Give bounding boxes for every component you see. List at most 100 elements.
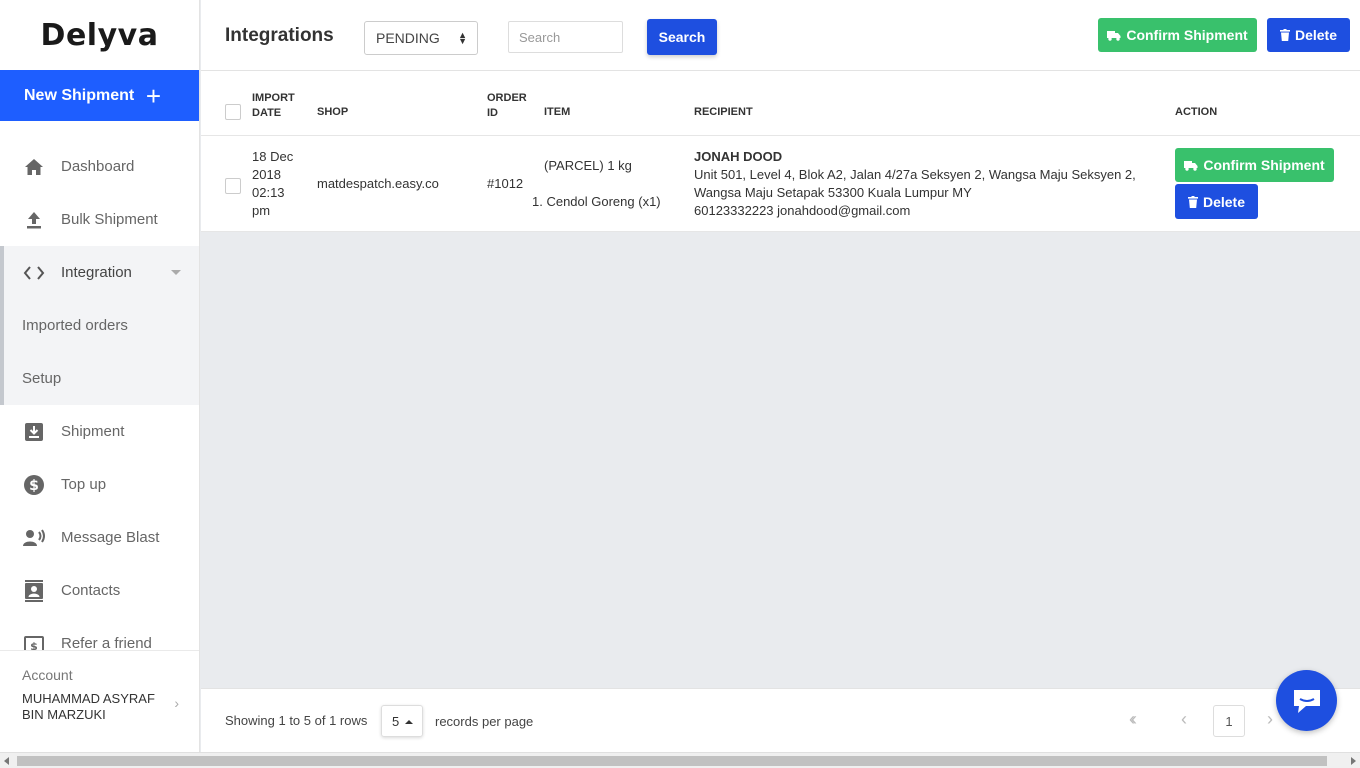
delyva-logo[interactable]: Delyva bbox=[0, 0, 199, 70]
scroll-right-arrow-icon[interactable] bbox=[1351, 757, 1356, 765]
truck-icon bbox=[1107, 30, 1121, 41]
recipient-cell: JONAH DOOD Unit 501, Level 4, Blok A2, J… bbox=[694, 148, 1136, 220]
sort-arrows-icon: ▲ ▼ bbox=[458, 30, 467, 46]
import-date-cell: 18 Dec 2018 02:13 pm bbox=[252, 148, 293, 220]
page-size-value: 5 bbox=[392, 714, 400, 729]
sidebar-item-label: Integration bbox=[61, 264, 132, 281]
table-footer: Showing 1 to 5 of 1 rows 5 records per p… bbox=[201, 688, 1360, 752]
sidebar-item-label: Shipment bbox=[61, 423, 125, 440]
account-panel[interactable]: Account MUHAMMAD ASYRAF BIN MARZUKI › bbox=[0, 650, 199, 752]
home-icon bbox=[22, 155, 46, 179]
column-import-date[interactable]: IMPORT DATE bbox=[252, 91, 295, 121]
row-checkbox[interactable] bbox=[225, 178, 241, 194]
trash-icon bbox=[1187, 195, 1198, 208]
search-input[interactable] bbox=[508, 21, 623, 53]
new-shipment-label: New Shipment bbox=[24, 86, 135, 104]
rows-summary: Showing 1 to 5 of 1 rows bbox=[225, 713, 368, 728]
orders-table: IMPORT DATE SHOP ORDER ID ITEM RECIPIENT… bbox=[201, 71, 1360, 232]
caret-down-icon bbox=[171, 270, 181, 275]
status-filter-select[interactable]: PENDING ▲ ▼ bbox=[364, 21, 478, 55]
select-all-checkbox[interactable] bbox=[225, 104, 241, 120]
dollar-circle-icon: $ bbox=[22, 473, 46, 497]
column-action: ACTION bbox=[1175, 106, 1218, 118]
next-page-icon[interactable]: › bbox=[1267, 709, 1273, 730]
new-shipment-button[interactable]: New Shipment + bbox=[0, 70, 199, 121]
table-header: IMPORT DATE SHOP ORDER ID ITEM RECIPIENT… bbox=[201, 71, 1360, 136]
chevron-right-icon: › bbox=[174, 695, 179, 711]
order-id-cell: #1012 bbox=[487, 176, 524, 191]
confirm-shipment-label: Confirm Shipment bbox=[1203, 157, 1325, 173]
page-size-label: records per page bbox=[435, 714, 534, 729]
truck-icon bbox=[1184, 160, 1198, 171]
sidebar-item-integration[interactable]: Integration bbox=[4, 246, 199, 299]
caret-up-icon bbox=[405, 720, 413, 724]
page-number-button[interactable]: 1 bbox=[1213, 705, 1245, 737]
sidebar-item-label: Message Blast bbox=[61, 529, 160, 546]
column-order-id[interactable]: ORDER ID bbox=[487, 91, 527, 121]
delete-label: Delete bbox=[1294, 27, 1338, 43]
confirm-shipment-button[interactable]: Confirm Shipment bbox=[1098, 18, 1257, 52]
recipient-address: Wangsa Maju Setapak 53300 Kuala Lumpur M… bbox=[694, 185, 972, 200]
confirm-shipment-label: Confirm Shipment bbox=[1126, 27, 1248, 43]
recipient-contact: 60123332223 jonahdood@gmail.com bbox=[694, 203, 911, 218]
first-page-icon[interactable]: ‹‹ bbox=[1129, 709, 1137, 730]
row-confirm-shipment-button[interactable]: Confirm Shipment bbox=[1175, 148, 1334, 182]
download-box-icon bbox=[22, 420, 46, 444]
column-shop[interactable]: SHOP bbox=[317, 105, 348, 120]
column-label: DATE bbox=[252, 107, 282, 119]
date-line: pm bbox=[252, 203, 271, 218]
sidebar-item-bulk-shipment[interactable]: Bulk Shipment bbox=[0, 193, 199, 246]
row-delete-button[interactable]: Delete bbox=[1175, 184, 1258, 219]
column-label: ID bbox=[487, 107, 498, 119]
sidebar-item-label: Contacts bbox=[61, 582, 121, 599]
status-filter-value: PENDING bbox=[376, 30, 440, 46]
upload-icon bbox=[22, 208, 46, 232]
search-button[interactable]: Search bbox=[647, 19, 717, 55]
sidebar-subitem-imported-orders[interactable]: Imported orders bbox=[4, 299, 199, 352]
date-line: 2018 bbox=[252, 167, 281, 182]
item-line: 1. Cendol Goreng (x1) bbox=[532, 194, 661, 209]
account-name: MUHAMMAD ASYRAF BIN MARZUKI bbox=[22, 691, 155, 722]
chat-bubble-icon bbox=[1293, 689, 1320, 713]
broadcast-user-icon bbox=[22, 526, 46, 550]
page-size-select[interactable]: 5 bbox=[381, 705, 423, 737]
date-line: 18 Dec bbox=[252, 149, 294, 164]
delete-button[interactable]: Delete bbox=[1267, 18, 1350, 52]
sidebar-item-top-up[interactable]: $ Top up bbox=[0, 458, 199, 511]
column-label: ORDER bbox=[487, 92, 527, 104]
item-type: (PARCEL) 1 kg bbox=[544, 158, 632, 173]
plus-icon: + bbox=[145, 80, 161, 111]
recipient-name: JONAH DOOD bbox=[694, 149, 783, 164]
sidebar-item-label: Top up bbox=[61, 476, 107, 493]
sidebar: Delyva New Shipment + Dashboard Bulk Shi… bbox=[0, 0, 200, 752]
sidebar-item-message-blast[interactable]: Message Blast bbox=[0, 511, 199, 564]
delete-label: Delete bbox=[1202, 193, 1246, 210]
sidebar-subitem-setup[interactable]: Setup bbox=[4, 352, 199, 405]
column-item[interactable]: ITEM bbox=[544, 105, 570, 120]
column-recipient[interactable]: RECIPIENT bbox=[694, 105, 753, 120]
integration-group: Integration Imported orders Setup bbox=[0, 246, 199, 405]
scrollbar-thumb[interactable] bbox=[17, 756, 1327, 766]
shop-cell: matdespatch.easy.co bbox=[317, 176, 439, 191]
sidebar-nav: Dashboard Bulk Shipment Integration Impo… bbox=[0, 121, 199, 670]
sidebar-item-label: Bulk Shipment bbox=[61, 211, 158, 228]
page-header: Integrations PENDING ▲▼ Search Confirm S… bbox=[201, 0, 1360, 71]
trash-icon bbox=[1279, 29, 1290, 41]
horizontal-scrollbar[interactable] bbox=[0, 752, 1360, 768]
contacts-icon bbox=[22, 579, 46, 603]
page-title: Integrations bbox=[225, 25, 334, 46]
account-label: Account bbox=[22, 667, 73, 683]
svg-text:$: $ bbox=[29, 478, 39, 494]
chat-widget-button[interactable] bbox=[1276, 670, 1337, 731]
sidebar-item-dashboard[interactable]: Dashboard bbox=[0, 140, 199, 193]
column-label: IMPORT bbox=[252, 92, 295, 104]
sidebar-item-shipment[interactable]: Shipment bbox=[0, 405, 199, 458]
table-row: 18 Dec 2018 02:13 pm matdespatch.easy.co… bbox=[201, 136, 1360, 232]
sidebar-item-label: Dashboard bbox=[61, 158, 135, 175]
date-line: 02:13 bbox=[252, 185, 285, 200]
scroll-left-arrow-icon[interactable] bbox=[4, 757, 9, 765]
code-icon bbox=[22, 261, 46, 285]
sidebar-item-contacts[interactable]: Contacts bbox=[0, 564, 199, 617]
recipient-address: Unit 501, Level 4, Blok A2, Jalan 4/27a … bbox=[694, 167, 1136, 182]
prev-page-icon[interactable]: ‹ bbox=[1181, 709, 1187, 730]
